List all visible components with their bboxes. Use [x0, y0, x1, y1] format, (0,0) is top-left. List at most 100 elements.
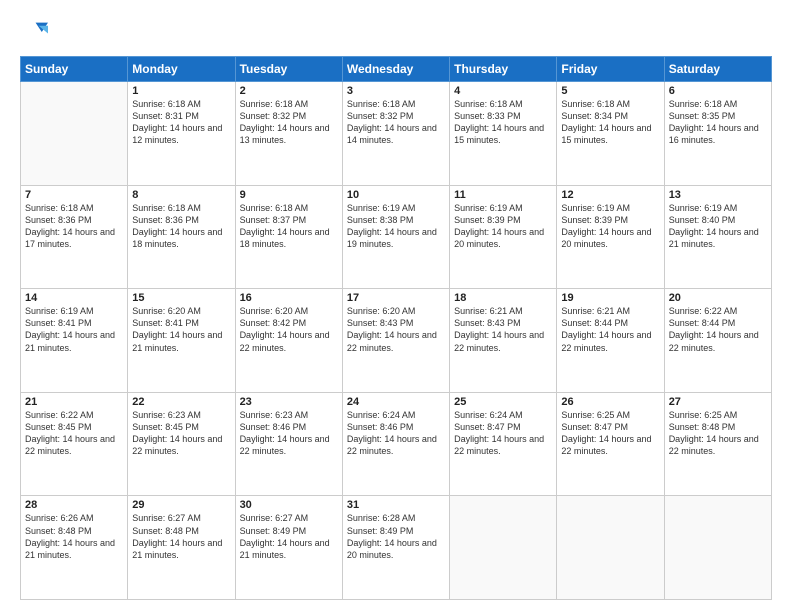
cell-sunrise: Sunrise: 6:18 AM [240, 99, 309, 109]
cell-sunrise: Sunrise: 6:18 AM [25, 203, 94, 213]
day-number: 1 [132, 85, 230, 97]
day-number: 27 [669, 396, 767, 408]
cell-daylight: Daylight: 14 hours and 22 minutes. [454, 434, 544, 456]
calendar-week-1: 1Sunrise: 6:18 AMSunset: 8:31 PMDaylight… [21, 82, 772, 186]
cell-sunset: Sunset: 8:45 PM [25, 422, 92, 432]
cell-sunrise: Sunrise: 6:21 AM [561, 306, 630, 316]
calendar-cell [450, 496, 557, 600]
cell-daylight: Daylight: 14 hours and 15 minutes. [561, 123, 651, 145]
cell-daylight: Daylight: 14 hours and 22 minutes. [669, 330, 759, 352]
cell-sunset: Sunset: 8:45 PM [132, 422, 199, 432]
day-number: 24 [347, 396, 445, 408]
calendar-cell: 22Sunrise: 6:23 AMSunset: 8:45 PMDayligh… [128, 392, 235, 496]
calendar-cell: 14Sunrise: 6:19 AMSunset: 8:41 PMDayligh… [21, 289, 128, 393]
cell-sunset: Sunset: 8:48 PM [132, 526, 199, 536]
cell-daylight: Daylight: 14 hours and 22 minutes. [561, 434, 651, 456]
calendar-cell: 12Sunrise: 6:19 AMSunset: 8:39 PMDayligh… [557, 185, 664, 289]
cell-sunrise: Sunrise: 6:19 AM [454, 203, 523, 213]
cell-daylight: Daylight: 14 hours and 14 minutes. [347, 123, 437, 145]
calendar-cell: 10Sunrise: 6:19 AMSunset: 8:38 PMDayligh… [342, 185, 449, 289]
calendar-cell: 26Sunrise: 6:25 AMSunset: 8:47 PMDayligh… [557, 392, 664, 496]
cell-daylight: Daylight: 14 hours and 12 minutes. [132, 123, 222, 145]
cell-sunrise: Sunrise: 6:18 AM [454, 99, 523, 109]
cell-daylight: Daylight: 14 hours and 13 minutes. [240, 123, 330, 145]
cell-sunrise: Sunrise: 6:24 AM [454, 410, 523, 420]
cell-sunrise: Sunrise: 6:19 AM [669, 203, 738, 213]
calendar-cell: 8Sunrise: 6:18 AMSunset: 8:36 PMDaylight… [128, 185, 235, 289]
cell-sunset: Sunset: 8:46 PM [240, 422, 307, 432]
cell-sunrise: Sunrise: 6:22 AM [25, 410, 94, 420]
calendar-cell: 31Sunrise: 6:28 AMSunset: 8:49 PMDayligh… [342, 496, 449, 600]
weekday-header-thursday: Thursday [450, 57, 557, 82]
cell-sunset: Sunset: 8:36 PM [132, 215, 199, 225]
day-number: 22 [132, 396, 230, 408]
calendar-week-2: 7 Sunrise: 6:18 AM Sunset: 8:36 PM Daylight… [21, 185, 772, 289]
cell-sunset: Sunset: 8:44 PM [669, 318, 736, 328]
cell-sunrise: Sunrise: 6:25 AM [561, 410, 630, 420]
logo-icon [20, 18, 48, 46]
cell-sunset: Sunset: 8:49 PM [347, 526, 414, 536]
cell-sunset: Sunset: 8:40 PM [669, 215, 736, 225]
calendar-cell: 1Sunrise: 6:18 AMSunset: 8:31 PMDaylight… [128, 82, 235, 186]
cell-sunset: Sunset: 8:49 PM [240, 526, 307, 536]
day-number: 28 [25, 499, 123, 511]
cell-sunset: Sunset: 8:47 PM [454, 422, 521, 432]
cell-sunrise: Sunrise: 6:20 AM [132, 306, 201, 316]
cell-daylight: Daylight: 14 hours and 18 minutes. [240, 227, 330, 249]
cell-sunrise: Sunrise: 6:20 AM [347, 306, 416, 316]
cell-sunset: Sunset: 8:36 PM [25, 215, 92, 225]
cell-daylight: Daylight: 14 hours and 21 minutes. [132, 538, 222, 560]
cell-daylight: Daylight: 14 hours and 19 minutes. [347, 227, 437, 249]
weekday-header-monday: Monday [128, 57, 235, 82]
cell-daylight: Daylight: 14 hours and 22 minutes. [561, 330, 651, 352]
calendar-cell: 29Sunrise: 6:27 AMSunset: 8:48 PMDayligh… [128, 496, 235, 600]
calendar-week-3: 14Sunrise: 6:19 AMSunset: 8:41 PMDayligh… [21, 289, 772, 393]
cell-sunrise: Sunrise: 6:19 AM [347, 203, 416, 213]
calendar-cell [21, 82, 128, 186]
day-number: 5 [561, 85, 659, 97]
cell-sunrise: Sunrise: 6:27 AM [240, 513, 309, 523]
calendar-cell: 21Sunrise: 6:22 AMSunset: 8:45 PMDayligh… [21, 392, 128, 496]
calendar-table: SundayMondayTuesdayWednesdayThursdayFrid… [20, 56, 772, 600]
day-number: 4 [454, 85, 552, 97]
cell-daylight: Daylight: 14 hours and 16 minutes. [669, 123, 759, 145]
day-number: 30 [240, 499, 338, 511]
cell-sunrise: Sunrise: 6:18 AM [132, 99, 201, 109]
cell-sunrise: Sunrise: 6:19 AM [561, 203, 630, 213]
day-number: 14 [25, 292, 123, 304]
calendar-cell: 27Sunrise: 6:25 AMSunset: 8:48 PMDayligh… [664, 392, 771, 496]
calendar-cell: 23Sunrise: 6:23 AMSunset: 8:46 PMDayligh… [235, 392, 342, 496]
day-number: 8 [132, 189, 230, 201]
cell-daylight: Daylight: 14 hours and 21 minutes. [25, 538, 115, 560]
cell-daylight: Daylight: 14 hours and 21 minutes. [25, 330, 115, 352]
day-number: 11 [454, 189, 552, 201]
day-number: 3 [347, 85, 445, 97]
day-number: 12 [561, 189, 659, 201]
day-number: 29 [132, 499, 230, 511]
day-number: 18 [454, 292, 552, 304]
calendar-cell: 30Sunrise: 6:27 AMSunset: 8:49 PMDayligh… [235, 496, 342, 600]
calendar-cell: 7 Sunrise: 6:18 AM Sunset: 8:36 PM Daylight… [21, 185, 128, 289]
cell-sunset: Sunset: 8:39 PM [561, 215, 628, 225]
cell-sunset: Sunset: 8:39 PM [454, 215, 521, 225]
day-number: 21 [25, 396, 123, 408]
cell-sunrise: Sunrise: 6:18 AM [561, 99, 630, 109]
cell-daylight: Daylight: 14 hours and 20 minutes. [454, 227, 544, 249]
day-number: 2 [240, 85, 338, 97]
cell-daylight: Daylight: 14 hours and 17 minutes. [25, 227, 115, 249]
weekday-header-tuesday: Tuesday [235, 57, 342, 82]
calendar-cell: 18Sunrise: 6:21 AMSunset: 8:43 PMDayligh… [450, 289, 557, 393]
cell-sunset: Sunset: 8:43 PM [454, 318, 521, 328]
cell-sunrise: Sunrise: 6:22 AM [669, 306, 738, 316]
cell-sunrise: Sunrise: 6:19 AM [25, 306, 94, 316]
cell-sunrise: Sunrise: 6:20 AM [240, 306, 309, 316]
calendar-week-4: 21 Sunrise: 6:22 AM Sunset: 8:45 PM Dayligh… [21, 392, 772, 496]
day-number: 19 [561, 292, 659, 304]
cell-sunrise: Sunrise: 6:23 AM [132, 410, 201, 420]
weekday-header-sunday: Sunday [21, 57, 128, 82]
cell-daylight: Daylight: 14 hours and 21 minutes. [132, 330, 222, 352]
cell-sunset: Sunset: 8:42 PM [240, 318, 307, 328]
day-number: 16 [240, 292, 338, 304]
cell-sunset: Sunset: 8:34 PM [561, 111, 628, 121]
day-number: 7 [25, 189, 123, 201]
